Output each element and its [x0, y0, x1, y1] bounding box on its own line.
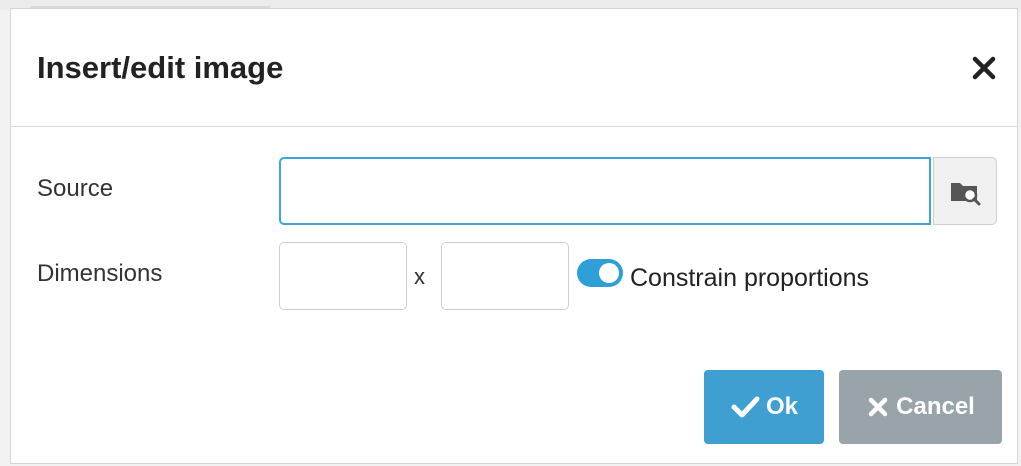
- cancel-label: Cancel: [896, 393, 975, 420]
- ok-label: Ok: [765, 393, 798, 420]
- ok-button[interactable]: Ok: [704, 370, 824, 444]
- insert-image-dialog: Insert/edit image Source Dimensions x Co…: [10, 8, 1018, 464]
- x-icon: [866, 395, 890, 419]
- close-button[interactable]: [969, 53, 999, 83]
- folder-search-icon: [951, 183, 981, 206]
- source-input[interactable]: [279, 157, 931, 225]
- dimensions-label: Dimensions: [37, 260, 163, 287]
- height-input[interactable]: [441, 242, 569, 310]
- source-label: Source: [37, 175, 114, 202]
- dialog-title: Insert/edit image: [37, 50, 284, 85]
- constrain-proportions-toggle[interactable]: [577, 259, 623, 287]
- check-icon: [730, 395, 760, 419]
- width-input[interactable]: [279, 242, 407, 310]
- cancel-button[interactable]: Cancel: [839, 370, 1002, 444]
- toggle-knob: [599, 263, 619, 283]
- dialog-header: Insert/edit image: [11, 9, 1017, 127]
- constrain-proportions-label: Constrain proportions: [630, 264, 870, 292]
- close-icon: [972, 56, 996, 80]
- dimension-separator: x: [414, 264, 425, 289]
- browse-button[interactable]: [933, 157, 997, 225]
